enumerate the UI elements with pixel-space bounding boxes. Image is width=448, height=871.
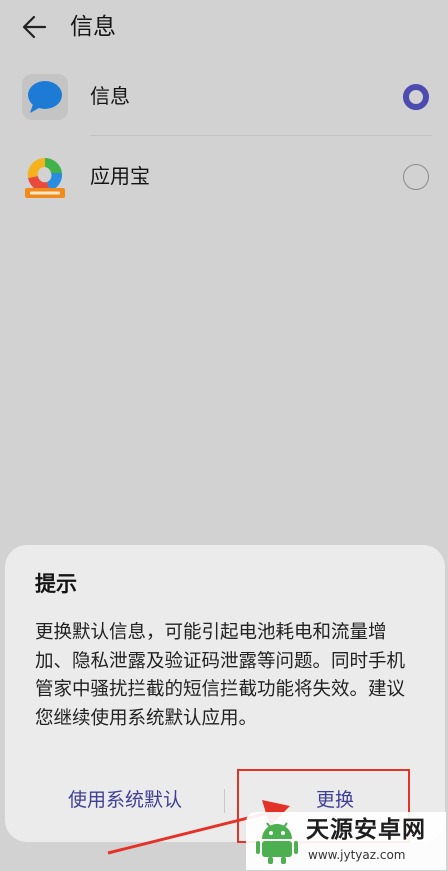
android-logo-icon: [256, 822, 298, 864]
radio-unselected[interactable]: [403, 164, 429, 190]
arrow-left-icon: [22, 15, 47, 39]
app-option-yingyongbao[interactable]: 应用宝: [0, 142, 448, 212]
radio-selected[interactable]: [403, 84, 429, 110]
top-bar: 信息: [0, 0, 448, 54]
watermark: 天源安卓网 www.jytyaz.com: [246, 812, 446, 870]
watermark-url: www.jytyaz.com: [308, 848, 406, 862]
divider: [90, 135, 432, 136]
page-title: 信息: [70, 14, 116, 40]
watermark-title: 天源安卓网: [306, 817, 426, 843]
messages-app-icon: [22, 74, 68, 120]
dialog-message: 更换默认信息，可能引起电池耗电和流量增加、隐私泄露及验证码泄露等问题。同时手机管…: [35, 622, 406, 729]
button-divider: [224, 789, 225, 813]
back-button[interactable]: [20, 12, 50, 42]
app-label: 应用宝: [90, 164, 150, 188]
yingyongbao-app-icon: [25, 157, 65, 198]
use-system-default-button[interactable]: 使用系统默认: [25, 777, 225, 823]
app-label: 信息: [90, 84, 130, 108]
app-option-messages[interactable]: 信息: [0, 62, 448, 132]
dialog-title: 提示: [35, 572, 77, 596]
